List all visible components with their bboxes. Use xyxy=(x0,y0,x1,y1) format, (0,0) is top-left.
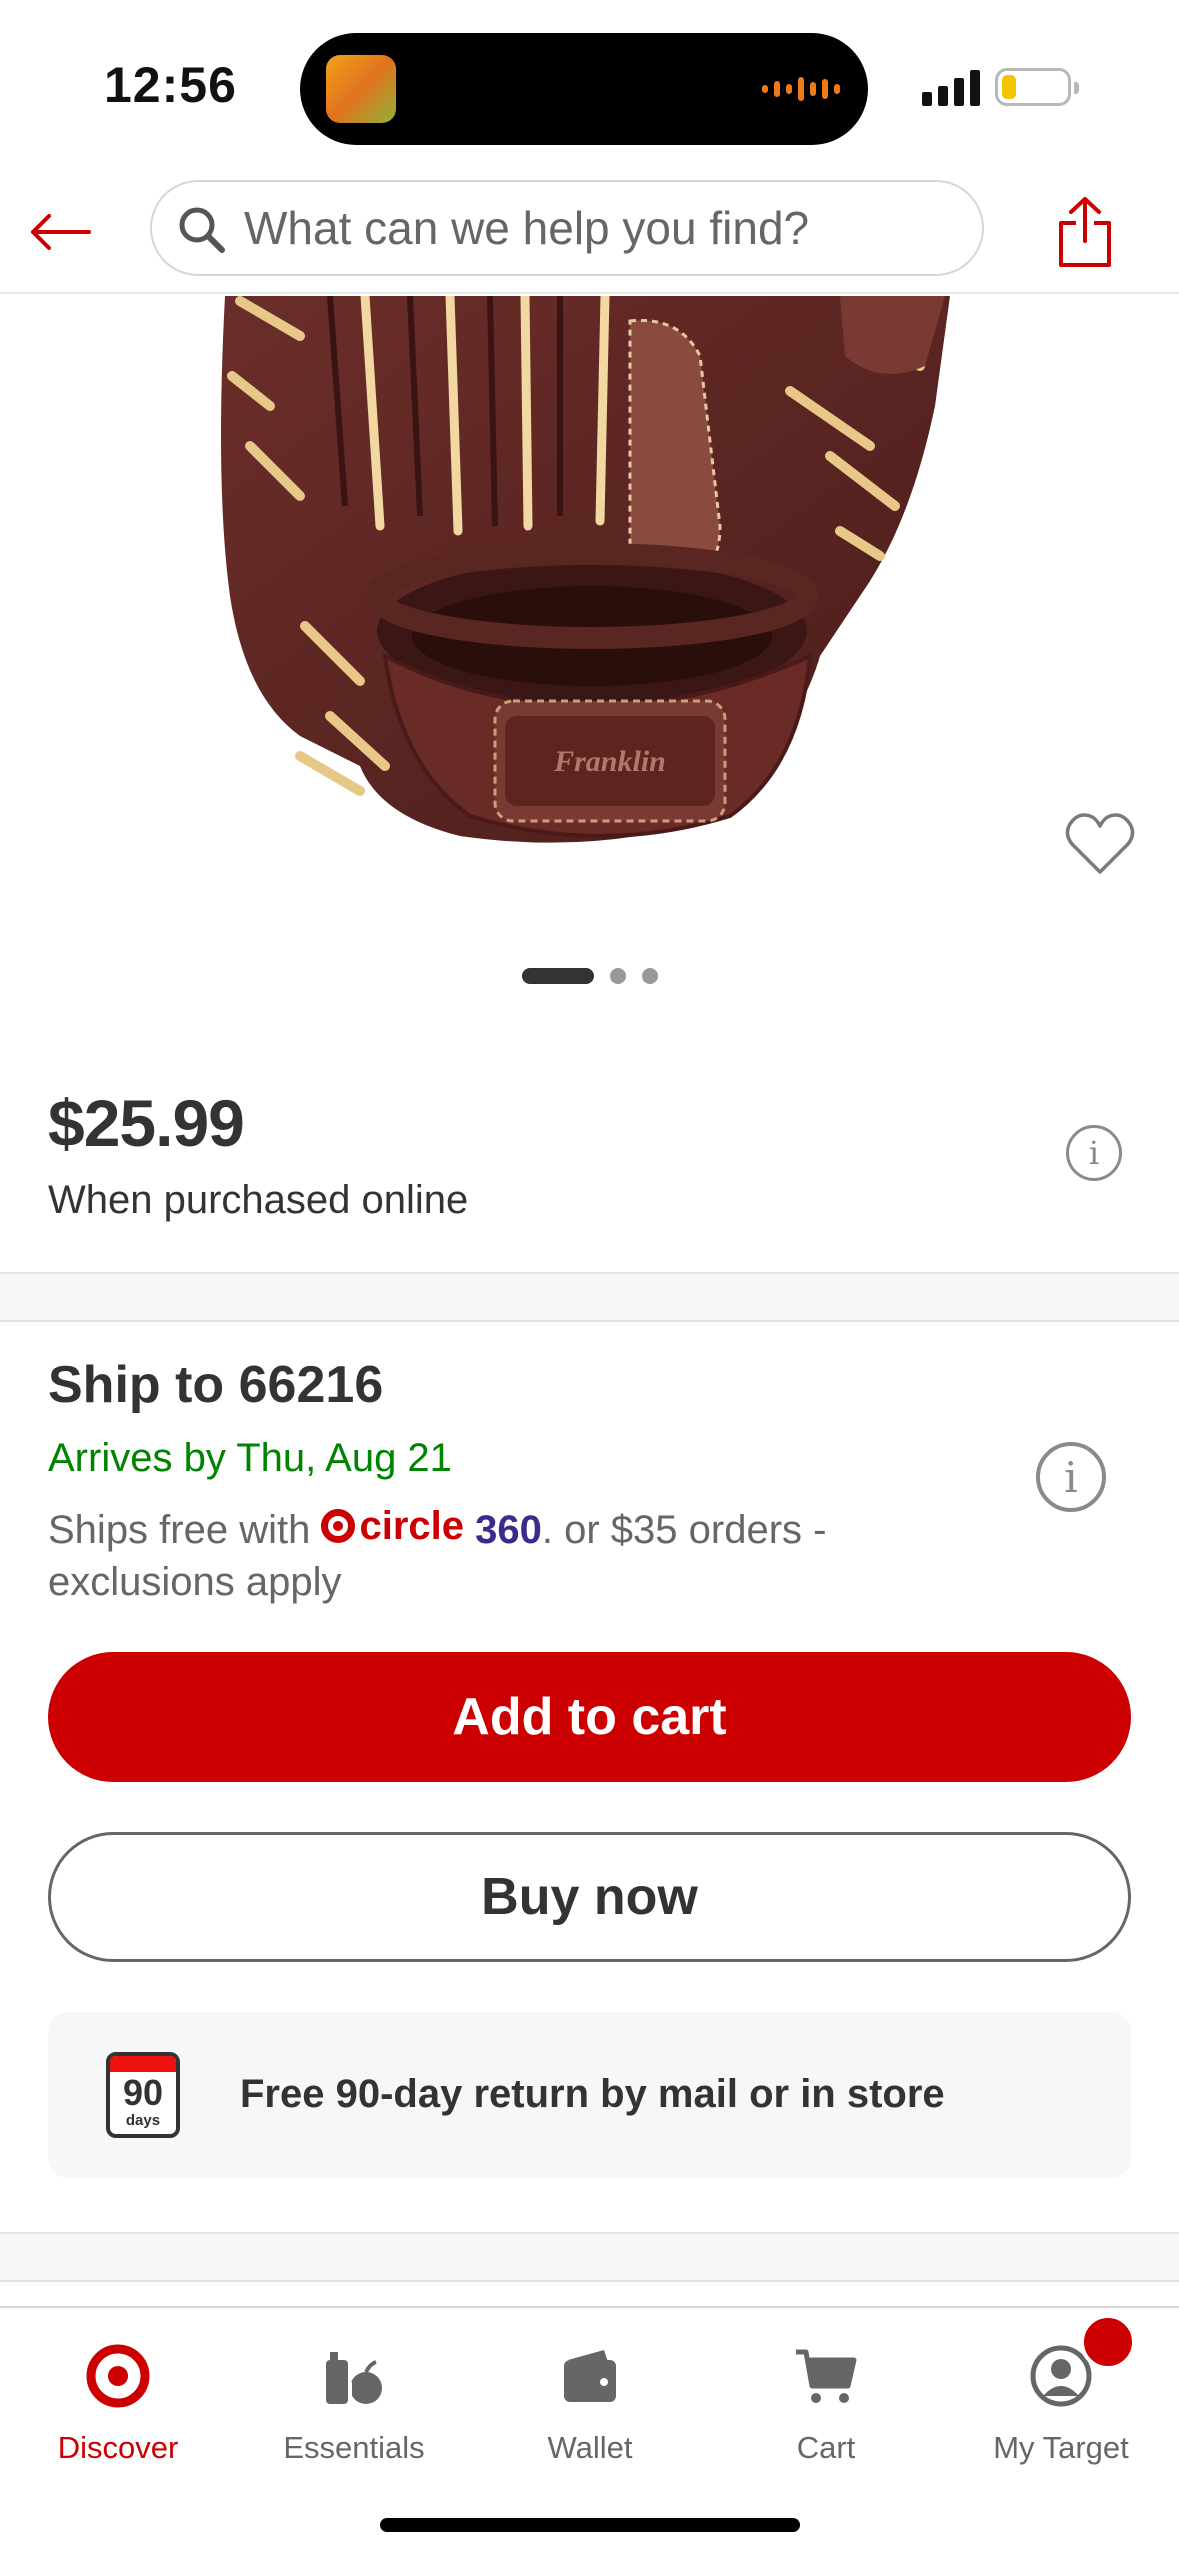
section-divider xyxy=(0,2232,1179,2282)
target-bullseye-icon xyxy=(86,2344,150,2408)
heart-icon xyxy=(1065,813,1135,874)
battery-icon xyxy=(995,68,1079,106)
shipping-info-button[interactable]: i xyxy=(1036,1442,1106,1512)
tab-label: Essentials xyxy=(283,2430,425,2465)
tab-essentials[interactable]: Essentials xyxy=(236,2332,472,2472)
calendar-number: 90 xyxy=(122,2072,164,2113)
tab-discover[interactable]: Discover xyxy=(0,2332,236,2472)
section-divider xyxy=(0,1272,1179,1322)
favorite-button[interactable] xyxy=(1062,808,1138,880)
carousel-dot[interactable] xyxy=(641,968,658,984)
top-navigation-bar xyxy=(0,170,1179,294)
audio-wave-icon xyxy=(762,73,840,105)
tab-label: My Target xyxy=(993,2430,1129,2465)
info-icon: i xyxy=(1088,1134,1100,1172)
add-to-cart-button[interactable]: Add to cart xyxy=(48,1652,1131,1782)
ships-free-prefix: Ships free with xyxy=(48,1508,322,1552)
search-icon xyxy=(179,207,225,253)
product-image[interactable]: Franklin xyxy=(0,296,1179,876)
cellular-signal-icon xyxy=(922,68,980,106)
calendar-icon: 90 days xyxy=(106,2052,180,2138)
cart-icon xyxy=(796,2349,857,2403)
tab-label: Discover xyxy=(57,2430,179,2465)
tab-label: Wallet xyxy=(547,2430,633,2465)
circle-word: circle xyxy=(359,1504,464,1548)
status-time: 12:56 xyxy=(104,57,237,113)
circle-360-label: 360 xyxy=(475,1508,542,1552)
tab-cart[interactable]: Cart xyxy=(708,2332,944,2472)
status-bar: 12:56 xyxy=(0,0,1179,170)
share-icon xyxy=(1059,197,1111,267)
price-info-button[interactable]: i xyxy=(1066,1125,1122,1181)
search-input[interactable] xyxy=(244,188,964,268)
buy-now-button[interactable]: Buy now xyxy=(48,1832,1131,1962)
svg-text:Franklin: Franklin xyxy=(553,745,666,778)
search-bar[interactable] xyxy=(150,180,984,276)
returns-banner[interactable]: 90 days Free 90-day return by mail or in… xyxy=(48,2012,1131,2178)
ships-free-text: Ships free with circle 360. or $35 order… xyxy=(48,1500,928,1608)
image-carousel-indicator[interactable] xyxy=(0,966,1179,986)
tab-wallet[interactable]: Wallet xyxy=(472,2332,708,2472)
product-price: $25.99 xyxy=(48,1086,245,1160)
returns-text: Free 90-day return by mail or in store xyxy=(240,2072,945,2116)
home-indicator[interactable] xyxy=(380,2518,800,2532)
ship-to-title[interactable]: Ship to 66216 xyxy=(48,1355,383,1415)
carousel-dot[interactable] xyxy=(609,968,626,984)
target-bullseye-icon xyxy=(321,1509,356,1543)
info-icon: i xyxy=(1064,1452,1078,1502)
wallet-icon xyxy=(564,2350,616,2402)
calendar-unit: days xyxy=(125,2112,161,2129)
back-button[interactable] xyxy=(20,192,100,272)
carousel-dot-active[interactable] xyxy=(521,968,594,984)
price-subtitle: When purchased online xyxy=(48,1178,469,1222)
baseball-glove-image: Franklin xyxy=(221,296,950,843)
circle-logo: circle xyxy=(321,1500,464,1552)
now-playing-thumbnail xyxy=(326,55,396,123)
arrival-date: Arrives by Thu, Aug 21 xyxy=(48,1436,452,1480)
share-button[interactable] xyxy=(1040,184,1130,280)
tab-label: Cart xyxy=(796,2430,856,2465)
essentials-icon xyxy=(326,2352,382,2404)
tab-my-target[interactable]: My Target xyxy=(943,2332,1179,2472)
notification-badge xyxy=(1080,2314,1136,2370)
back-arrow-icon xyxy=(31,214,91,250)
dynamic-island[interactable] xyxy=(300,33,868,145)
